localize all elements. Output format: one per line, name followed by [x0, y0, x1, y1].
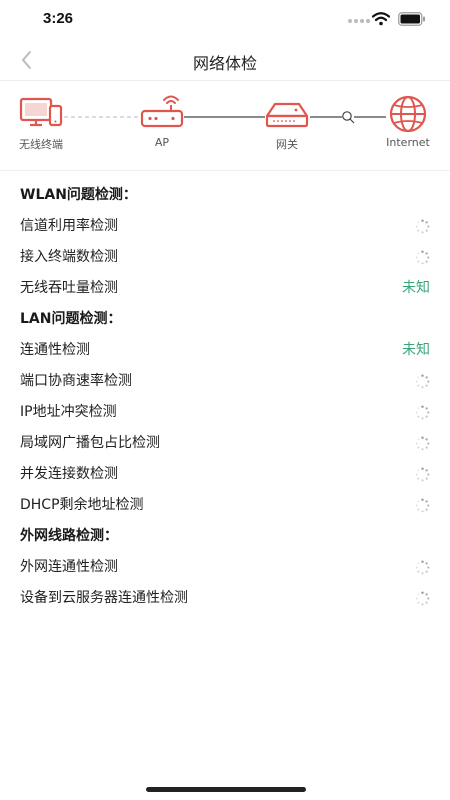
- status-unknown: 未知: [402, 280, 430, 296]
- loading-spinner-icon: [415, 405, 430, 420]
- check-row-channel-utilization[interactable]: 信道利用率检测: [0, 211, 450, 242]
- check-label: DHCP剩余地址检测: [20, 497, 144, 513]
- check-label: 接入终端数检测: [20, 249, 118, 265]
- topology-node-terminal[interactable]: 无线终端: [6, 94, 76, 152]
- loading-spinner-icon: [415, 436, 430, 451]
- wifi-icon: [372, 12, 390, 26]
- check-row-access-terminals[interactable]: 接入终端数检测: [0, 242, 450, 273]
- gateway-icon: [265, 102, 309, 128]
- section-title-wlan: WLAN问题检测：: [20, 187, 137, 203]
- topology-label-terminal: 无线终端: [19, 138, 63, 151]
- check-row-connectivity[interactable]: 连通性检测 未知: [0, 335, 450, 366]
- signal-dots-icon: [348, 19, 370, 23]
- section-title-lan: LAN问题检测：: [20, 311, 122, 327]
- check-row-cloud-connectivity[interactable]: 设备到云服务器连通性检测: [0, 583, 450, 614]
- check-row-concurrent-connections[interactable]: 并发连接数检测: [0, 459, 450, 490]
- topology-node-internet[interactable]: Internet: [373, 94, 443, 149]
- check-label: 信道利用率检测: [20, 218, 118, 234]
- check-row-broadcast-ratio[interactable]: 局域网广播包占比检测: [0, 428, 450, 459]
- loading-spinner-icon: [415, 250, 430, 265]
- home-indicator[interactable]: [146, 787, 306, 792]
- loading-spinner-icon: [415, 219, 430, 234]
- loading-spinner-icon: [415, 591, 430, 606]
- check-label: 局域网广播包占比检测: [20, 435, 160, 451]
- topology-node-ap[interactable]: AP: [127, 94, 197, 149]
- status-unknown: 未知: [402, 342, 430, 358]
- battery-icon: [398, 12, 425, 26]
- topology-node-gateway[interactable]: 网关: [252, 94, 322, 152]
- network-topology: 无线终端 AP 网关 Internet: [0, 80, 450, 171]
- check-row-dhcp-remaining[interactable]: DHCP剩余地址检测: [0, 490, 450, 521]
- status-time: 3:26: [43, 10, 74, 27]
- status-bar: 3:26: [0, 0, 450, 40]
- topology-label-gateway: 网关: [276, 138, 298, 151]
- check-label: 端口协商速率检测: [20, 373, 132, 389]
- loading-spinner-icon: [415, 498, 430, 513]
- check-list: WLAN问题检测： 信道利用率检测 接入终端数检测 无线吞吐量检测 未知 LAN…: [0, 180, 450, 614]
- access-point-icon: [140, 95, 184, 128]
- loading-spinner-icon: [415, 560, 430, 575]
- terminal-devices-icon: [19, 97, 63, 127]
- check-row-wan-connectivity[interactable]: 外网连通性检测: [0, 552, 450, 583]
- topology-label-internet: Internet: [386, 136, 430, 149]
- globe-icon: [389, 95, 427, 133]
- topology-label-ap: AP: [154, 136, 170, 149]
- check-row-port-negotiation[interactable]: 端口协商速率检测: [0, 366, 450, 397]
- check-label: 外网连通性检测: [20, 559, 118, 575]
- section-title-wan: 外网线路检测：: [20, 528, 118, 544]
- nav-bar: 网络体检: [0, 40, 450, 81]
- page-title: 网络体检: [192, 54, 257, 73]
- check-label: 无线吞吐量检测: [20, 280, 118, 296]
- check-row-wireless-throughput[interactable]: 无线吞吐量检测 未知: [0, 273, 450, 304]
- check-label: 设备到云服务器连通性检测: [20, 590, 188, 606]
- check-row-ip-conflict[interactable]: IP地址冲突检测: [0, 397, 450, 428]
- check-label: IP地址冲突检测: [20, 404, 117, 420]
- check-label: 连通性检测: [20, 342, 90, 358]
- loading-spinner-icon: [415, 467, 430, 482]
- check-label: 并发连接数检测: [20, 466, 118, 482]
- loading-spinner-icon: [415, 374, 430, 389]
